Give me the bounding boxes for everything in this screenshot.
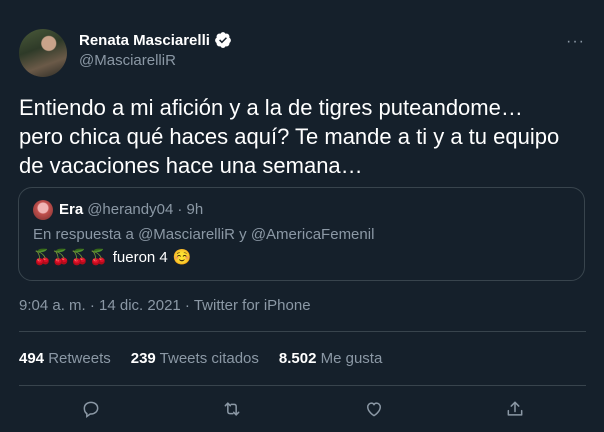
author-handle[interactable]: @MasciarelliR <box>79 52 176 69</box>
quote-time: · 9h <box>177 201 204 218</box>
quoted-tweet[interactable]: Era @herandy04 · 9h En respuesta a @Masc… <box>18 187 585 281</box>
divider <box>19 385 586 386</box>
retweets-label: Retweets <box>48 350 111 367</box>
author-avatar[interactable] <box>19 29 67 77</box>
smile-emoji: ☺️ <box>172 249 192 266</box>
reply-users: @MasciarelliR y @AmericaFemenil <box>138 226 375 243</box>
quote-author-name: Era <box>59 201 84 218</box>
like-icon[interactable] <box>361 396 387 422</box>
likes-stat[interactable]: 8.502 Me gusta <box>279 350 382 367</box>
reply-prefix: En respuesta a <box>33 226 134 243</box>
quotes-stat[interactable]: 239 Tweets citados <box>131 350 259 367</box>
quotes-label: Tweets citados <box>159 350 259 367</box>
quote-body-text: fueron 4 <box>112 248 168 266</box>
tweet-stats: 494 Retweets 239 Tweets citados 8.502 Me… <box>19 350 382 367</box>
retweet-icon[interactable] <box>219 396 245 422</box>
quote-reply-context: En respuesta a @MasciarelliR y @AmericaF… <box>33 226 374 243</box>
retweets-stat[interactable]: 494 Retweets <box>19 350 111 367</box>
likes-label: Me gusta <box>320 350 383 367</box>
quote-avatar <box>33 200 53 220</box>
more-options-icon[interactable]: ··· <box>566 33 585 51</box>
quote-author-handle: @herandy04 <box>87 201 174 218</box>
quote-text: 🍒🍒🍒🍒 fueron 4 ☺️ <box>33 248 192 267</box>
quotes-count: 239 <box>130 350 156 367</box>
quote-header: Era @herandy04 · 9h <box>59 201 203 218</box>
share-icon[interactable] <box>502 396 528 422</box>
tweet-meta[interactable]: 9:04 a. m. · 14 dic. 2021 · Twitter for … <box>19 297 311 314</box>
verified-badge-icon <box>214 31 232 49</box>
cherries-emoji: 🍒🍒🍒🍒 <box>33 249 108 266</box>
action-bar <box>19 396 586 422</box>
reply-icon[interactable] <box>78 396 104 422</box>
retweets-count: 494 <box>19 350 45 367</box>
likes-count: 8.502 <box>278 350 317 367</box>
divider <box>19 331 586 332</box>
tweet-text: Entiendo a mi afición y a la de tigres p… <box>19 95 560 178</box>
author-name[interactable]: Renata Masciarelli <box>79 32 210 49</box>
author-name-row[interactable]: Renata Masciarelli <box>79 31 232 49</box>
